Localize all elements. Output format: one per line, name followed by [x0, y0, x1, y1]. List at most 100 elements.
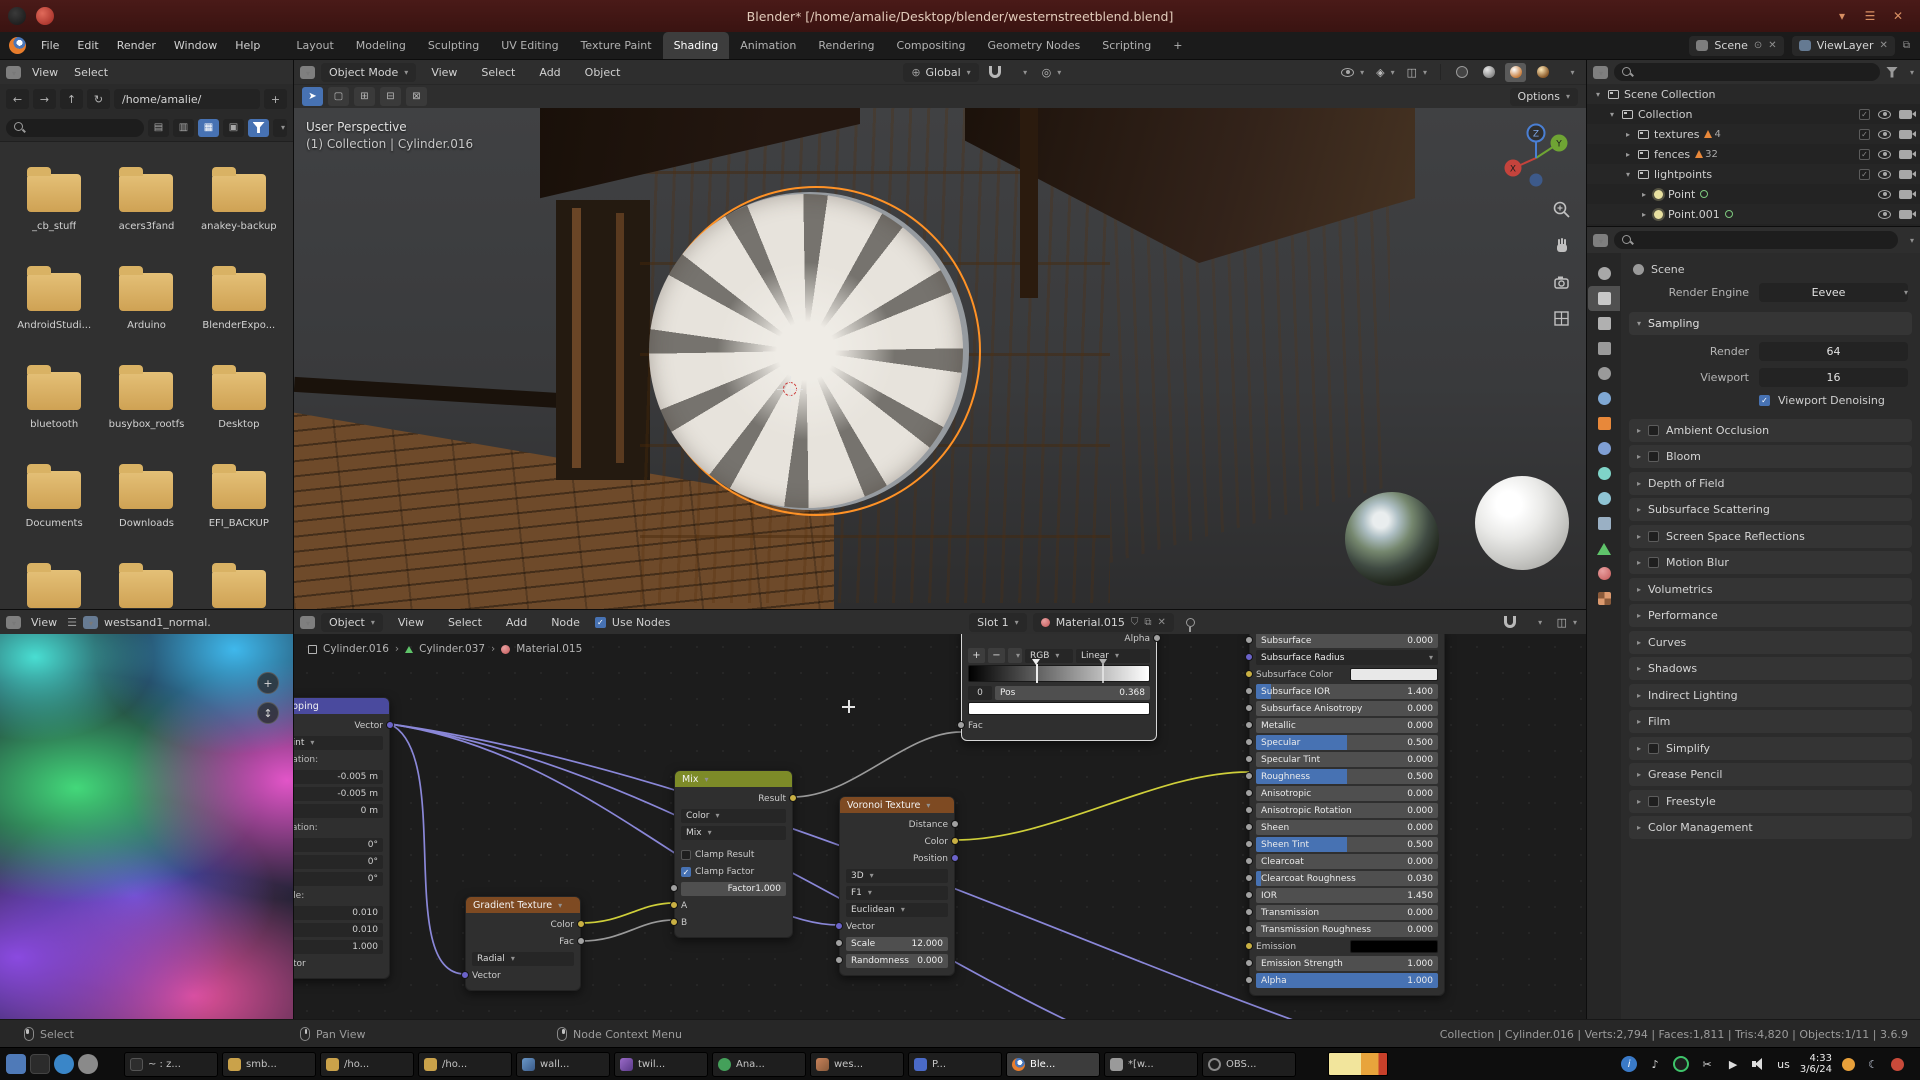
viewport-menu-view[interactable]: View	[422, 66, 466, 79]
gradient-vector-input[interactable]: Vector	[472, 968, 574, 983]
section-volumetrics[interactable]: Volumetrics	[1629, 578, 1912, 601]
node-socket[interactable]	[1245, 738, 1253, 746]
render-camera-icon[interactable]	[1899, 190, 1912, 199]
voronoi-dimensions-select[interactable]: 3D	[846, 868, 948, 883]
select-extend-icon[interactable]: ⊞	[354, 87, 375, 106]
notification-dot-icon[interactable]	[1842, 1058, 1855, 1071]
exclude-checkbox[interactable]	[1859, 149, 1870, 160]
ramp-add-stop-button[interactable]: +	[968, 648, 985, 663]
shader-overlays-button[interactable]: ◫	[1554, 613, 1580, 632]
node-socket[interactable]	[670, 918, 678, 926]
principled-input-row[interactable]: Transmission0.000	[1256, 905, 1438, 920]
file-browser-menu-select[interactable]: Select	[69, 66, 113, 79]
pin-button[interactable]	[1180, 613, 1201, 632]
folder-item-clipped[interactable]	[100, 570, 192, 609]
outliner-search-input[interactable]	[1614, 63, 1880, 81]
tab-physics[interactable]	[1588, 486, 1620, 511]
forward-button[interactable]	[33, 89, 56, 109]
principled-input-row[interactable]: Subsurface Radius	[1256, 650, 1438, 665]
launcher-menu-icon[interactable]	[6, 1054, 26, 1074]
recording-dot-icon[interactable]	[1891, 1058, 1904, 1071]
node-socket[interactable]	[1245, 806, 1253, 814]
taskbar-app-blender[interactable]: Ble...	[1006, 1052, 1100, 1077]
spotify-tray-icon[interactable]	[1673, 1056, 1689, 1072]
mix-result-output[interactable]: Result	[681, 791, 786, 806]
node-socket[interactable]	[1245, 704, 1253, 712]
transform-orientation-selector[interactable]: ⊕Global	[903, 63, 978, 82]
principled-input-row[interactable]: Subsurface Color	[1256, 667, 1438, 682]
shader-snap-button[interactable]	[1500, 613, 1521, 632]
principled-input-row[interactable]: Specular Tint0.000	[1256, 752, 1438, 767]
principled-input-row[interactable]: Clearcoat0.000	[1256, 854, 1438, 869]
workspace-tab-geometry-nodes[interactable]: Geometry Nodes	[976, 32, 1091, 59]
render-camera-icon[interactable]	[1899, 210, 1912, 219]
node-socket[interactable]	[1245, 908, 1253, 916]
node-socket[interactable]	[577, 937, 585, 945]
section-grease-pencil[interactable]: Grease Pencil	[1629, 763, 1912, 786]
section-checkbox[interactable]	[1648, 531, 1659, 542]
menu-file[interactable]: File	[32, 32, 68, 59]
hamburger-icon[interactable]: ☰	[67, 616, 77, 629]
tab-world[interactable]	[1588, 386, 1620, 411]
shading-solid-button[interactable]	[1478, 63, 1499, 82]
taskbar-app-western[interactable]: wes...	[810, 1052, 904, 1077]
hide-eye-icon[interactable]	[1878, 190, 1891, 199]
mapping-type-select[interactable]: Point	[294, 735, 383, 750]
system-menu-icon[interactable]	[8, 7, 26, 25]
voronoi-position-output[interactable]: Position	[846, 851, 948, 866]
tab-modifiers[interactable]	[1588, 436, 1620, 461]
exclude-checkbox[interactable]	[1859, 109, 1870, 120]
shading-options-button[interactable]	[1559, 63, 1580, 82]
section-shadows[interactable]: Shadows	[1629, 657, 1912, 680]
render-camera-icon[interactable]	[1899, 110, 1912, 119]
principled-input-row[interactable]: Anisotropic Rotation0.000	[1256, 803, 1438, 818]
taskbar-app-terminal[interactable]: ~ : z...	[124, 1052, 218, 1077]
hide-eye-icon[interactable]	[1878, 130, 1891, 139]
window-shade-button[interactable]	[1832, 6, 1852, 26]
shader-type-selector[interactable]: Object	[321, 613, 383, 632]
mix-factor-slider[interactable]: Factor1.000	[681, 881, 786, 896]
workspace-tab-animation[interactable]: Animation	[729, 32, 807, 59]
volume-tray-icon[interactable]	[1751, 1056, 1767, 1072]
launcher-browser-icon[interactable]	[54, 1054, 74, 1074]
render-samples-field[interactable]: 64	[1759, 342, 1908, 361]
principled-input-row[interactable]: Clearcoat Roughness0.030	[1256, 871, 1438, 886]
scene-selector[interactable]: Scene ⊙ ✕	[1689, 36, 1783, 56]
menu-render[interactable]: Render	[108, 32, 165, 59]
principled-input-row[interactable]: Sheen Tint0.500	[1256, 837, 1438, 852]
outliner-row-textures[interactable]: textures 4	[1587, 124, 1920, 144]
node-mapping-header[interactable]: Mapping	[294, 698, 389, 714]
ramp-stop[interactable]	[1102, 664, 1104, 683]
launcher-settings-icon[interactable]	[78, 1054, 98, 1074]
mode-selector[interactable]: Object Mode	[321, 63, 416, 82]
node-socket[interactable]	[1245, 891, 1253, 899]
node-socket[interactable]	[1245, 653, 1253, 661]
hide-eye-icon[interactable]	[1878, 170, 1891, 179]
outliner-row-scene-collection[interactable]: Scene Collection	[1587, 84, 1920, 104]
snap-toggle-button[interactable]	[985, 63, 1006, 82]
select-new-icon[interactable]: ▢	[328, 87, 349, 106]
viewport-samples-field[interactable]: 16	[1759, 368, 1908, 387]
outliner-row-collection[interactable]: Collection	[1587, 104, 1920, 124]
ortho-grid-icon[interactable]	[1552, 309, 1572, 329]
hide-eye-icon[interactable]	[1878, 150, 1891, 159]
night-mode-icon[interactable]: ☾	[1865, 1056, 1881, 1072]
parent-dir-button[interactable]	[60, 89, 83, 109]
taskbar-app-obs[interactable]: OBS...	[1202, 1052, 1296, 1077]
outliner-row-point[interactable]: Point	[1587, 184, 1920, 204]
principled-input-row[interactable]: Subsurface IOR1.400	[1256, 684, 1438, 699]
section-performance[interactable]: Performance	[1629, 604, 1912, 627]
properties-search-input[interactable]	[1614, 231, 1898, 249]
principled-input-row[interactable]: Emission Strength1.000	[1256, 956, 1438, 971]
section-curves[interactable]: Curves	[1629, 631, 1912, 654]
node-socket[interactable]	[1245, 874, 1253, 882]
material-fake-user-button[interactable]: ⛉	[1131, 617, 1139, 628]
scene-pin-icon[interactable]: ⊙	[1754, 40, 1762, 51]
viewport-options-button[interactable]: Options	[1510, 88, 1578, 106]
editor-type-icon-shader[interactable]	[300, 616, 315, 629]
folder-item[interactable]: Documents	[8, 471, 100, 570]
workspace-add-tab[interactable]: +	[1162, 32, 1193, 59]
principled-input-row[interactable]: IOR1.450	[1256, 888, 1438, 903]
ramp-pos-slider[interactable]: Pos0.368	[995, 686, 1150, 700]
viewlayer-copy-icon[interactable]: ⧉	[1903, 40, 1910, 51]
